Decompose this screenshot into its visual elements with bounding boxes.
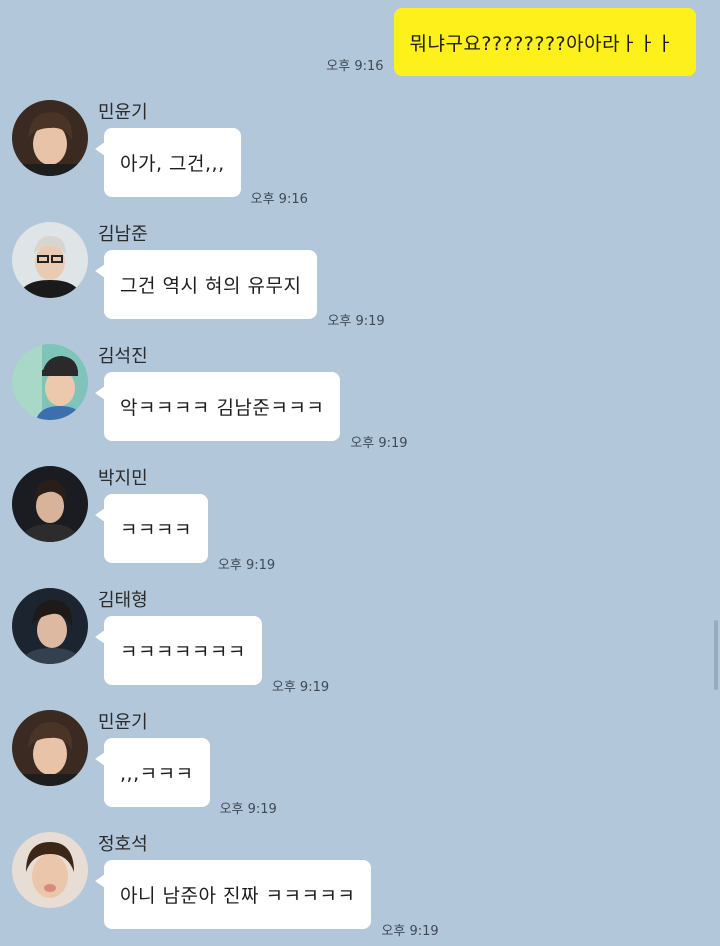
incoming-message: 민윤기 ,,,ㅋㅋㅋ 오후 9:19	[12, 708, 702, 824]
incoming-message: 김석진 악ㅋㅋㅋㅋ 김남준ㅋㅋㅋ 오후 9:19	[12, 342, 702, 458]
message-time: 오후 9:19	[217, 558, 276, 573]
avatar-photo-icon[interactable]	[12, 466, 88, 542]
incoming-bubble[interactable]: 아니 남준아 진짜 ㅋㅋㅋㅋㅋ	[94, 860, 372, 929]
scrollbar[interactable]	[714, 620, 718, 690]
incoming-bubble[interactable]: 아가, 그건,,,	[95, 128, 241, 197]
sender-name: 김석진	[98, 346, 148, 367]
message-time: 오후 9:19	[271, 680, 330, 695]
sender-name: 민윤기	[98, 102, 148, 123]
avatar-photo-icon[interactable]	[12, 832, 88, 908]
outgoing-bubble[interactable]: 뭐냐구요????????아아라ㅏㅏㅏ	[393, 8, 696, 76]
sender-name: 민윤기	[98, 712, 148, 733]
sender-name: 정호석	[98, 834, 148, 855]
incoming-message: 정호석 아니 남준아 진짜 ㅋㅋㅋㅋㅋ 오후 9:19	[12, 830, 702, 946]
message-time: 오후 9:19	[219, 802, 277, 817]
incoming-bubble[interactable]: ㅋㅋㅋㅋ	[95, 494, 208, 563]
message-time: 오후 9:16	[326, 59, 384, 74]
avatar-photo-icon[interactable]	[12, 588, 88, 664]
message-time: 오후 9:19	[327, 314, 385, 329]
incoming-message: 김남준 그건 역시 혀의 유무지 오후 9:19	[12, 220, 702, 336]
avatar-photo-icon[interactable]	[12, 710, 88, 786]
sender-name: 박지민	[98, 468, 148, 489]
incoming-bubble[interactable]: 그건 역시 혀의 유무지	[94, 250, 318, 319]
outgoing-message: 오후 9:16 뭐냐구요????????아아라ㅏㅏㅏ	[326, 8, 696, 76]
incoming-bubble[interactable]: ,,,ㅋㅋㅋ	[95, 738, 210, 807]
avatar-photo-icon[interactable]	[12, 222, 88, 298]
chat-room: 오후 9:16 뭐냐구요????????아아라ㅏㅏㅏ 민윤기 아가, 그건,,,…	[0, 0, 720, 939]
avatar-photo-icon[interactable]	[12, 344, 88, 420]
message-time: 오후 9:19	[350, 436, 408, 451]
incoming-message: 민윤기 아가, 그건,,, 오후 9:16	[12, 98, 702, 214]
avatar-photo-icon[interactable]	[12, 100, 88, 176]
message-time: 오후 9:16	[250, 192, 308, 207]
incoming-bubble[interactable]: 악ㅋㅋㅋㅋ 김남준ㅋㅋㅋ	[94, 372, 341, 441]
incoming-message: 박지민 ㅋㅋㅋㅋ 오후 9:19	[12, 464, 702, 580]
sender-name: 김태형	[98, 590, 148, 611]
incoming-bubble[interactable]: ㅋㅋㅋㅋㅋㅋㅋ	[95, 616, 262, 685]
incoming-message: 김태형 ㅋㅋㅋㅋㅋㅋㅋ 오후 9:19	[12, 586, 702, 702]
sender-name: 김남준	[98, 224, 148, 245]
